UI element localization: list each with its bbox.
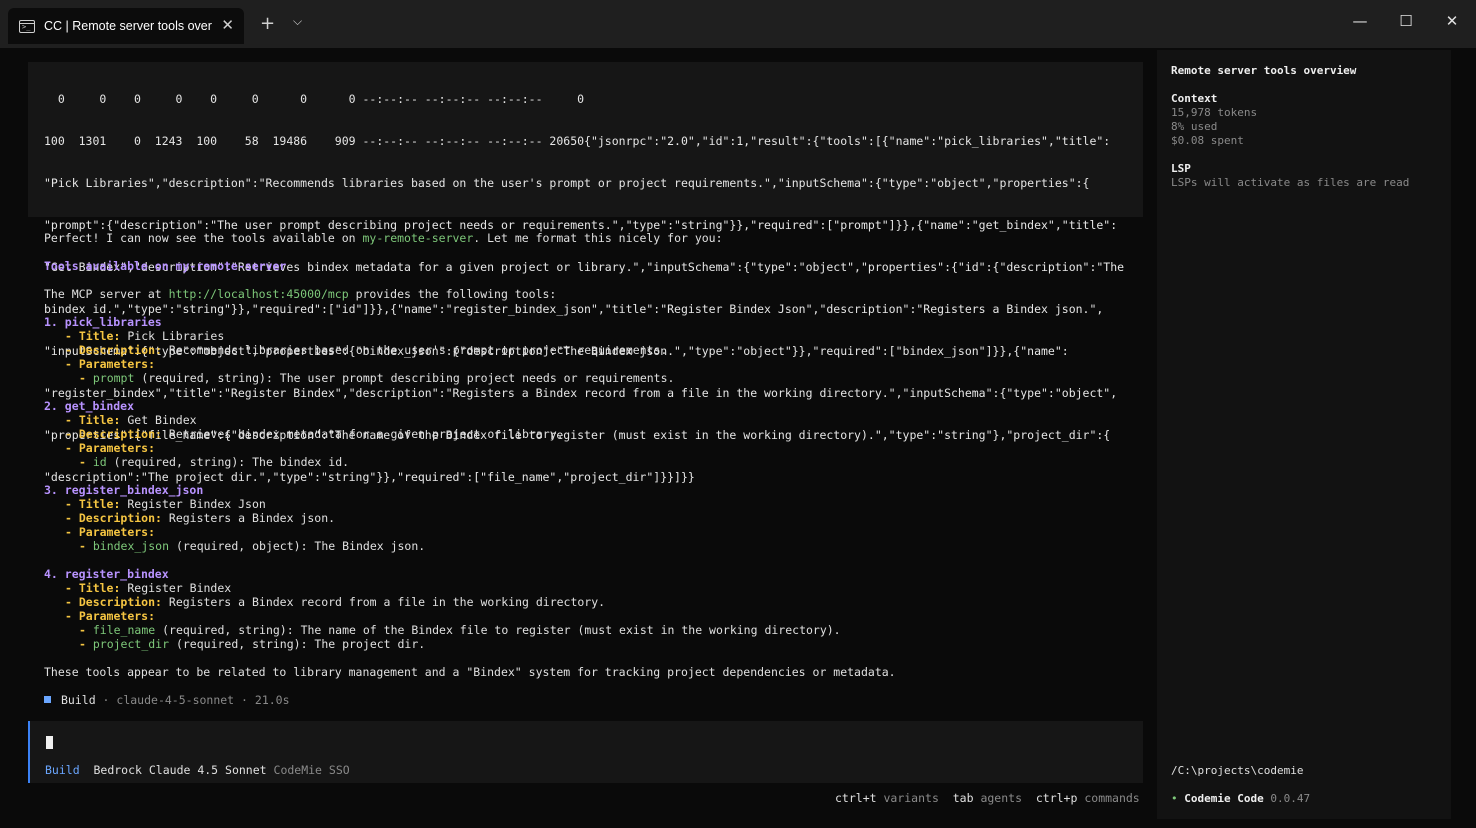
terminal-icon	[19, 19, 35, 33]
build-square-icon	[44, 696, 51, 703]
intro-line: Perfect! I can now see the tools availab…	[44, 231, 723, 245]
hint-key: ctrl+t	[835, 791, 877, 805]
session-title: Remote server tools overview	[1171, 64, 1357, 77]
context-used: 8% used	[1171, 120, 1218, 133]
tool-output-line: "description":"The project dir.","type":…	[44, 470, 695, 484]
tool-param-row: - bindex_json (required, object): The Bi…	[79, 539, 426, 553]
server-name: my-remote-server	[362, 231, 474, 245]
build-model: claude-4-5-sonnet	[116, 693, 235, 707]
prompt-input[interactable]: Build Bedrock Claude 4.5 Sonnet CodeMie …	[28, 721, 1143, 783]
tool-title-row: - Title: Register Bindex	[65, 581, 232, 595]
close-icon[interactable]: ✕	[1442, 12, 1462, 30]
tool-params-row: - Parameters:	[65, 357, 156, 371]
app-name: Codemie Code	[1184, 792, 1264, 805]
mode-selector[interactable]: Build	[45, 763, 80, 777]
context-spent: $0.08 spent	[1171, 134, 1244, 147]
hint-label: agents	[980, 791, 1022, 805]
maximize-icon[interactable]: ☐	[1396, 12, 1416, 30]
build-mode: Build	[61, 693, 96, 707]
lsp-status: LSPs will activate as files are read	[1171, 176, 1410, 189]
server-url-link[interactable]: http://localhost:45000/mcp	[169, 287, 349, 301]
close-tab-icon[interactable]: ✕	[221, 16, 234, 34]
status-dot-icon: •	[1171, 792, 1178, 805]
session-sidebar: Remote server tools overview Context 15,…	[1157, 50, 1451, 819]
tool-output-line: bindex id.","type":"string"}},"required"…	[44, 302, 1104, 316]
text-cursor	[46, 736, 53, 749]
build-status: Build · claude-4-5-sonnet · 21.0s	[44, 693, 290, 707]
working-directory: /C:\projects\codemie	[1171, 764, 1304, 777]
lsp-label: LSP	[1171, 162, 1191, 175]
app-version: • Codemie Code 0.0.47	[1171, 792, 1310, 806]
tool-output-line: "prompt":{"description":"The user prompt…	[44, 218, 1118, 232]
tool-param-row: - project_dir (required, string): The pr…	[79, 637, 426, 651]
hint-key: tab	[952, 791, 974, 805]
context-label: Context	[1171, 92, 1218, 105]
terminal-pane: 0 0 0 0 0 0 0 0 --:--:-- --:--:-- --:--:…	[0, 48, 1476, 828]
tool-param-row: - file_name (required, string): The name…	[79, 623, 841, 637]
tool-description-row: - Description: Recommends libraries base…	[65, 343, 668, 357]
chevron-down-icon[interactable]: ⌵	[293, 14, 302, 29]
tool-heading: 1. pick_libraries	[44, 315, 162, 329]
tool-heading: 3. register_bindex_json	[44, 483, 204, 497]
tool-output-line: 0 0 0 0 0 0 0 0 --:--:-- --:--:-- --:--:…	[44, 92, 585, 106]
tool-params-row: - Parameters:	[65, 441, 156, 455]
tool-param-row: - prompt (required, string): The user pr…	[79, 371, 675, 385]
version-number: 0.0.47	[1270, 792, 1311, 805]
build-duration: 21.0s	[254, 693, 290, 707]
minimize-icon[interactable]: —	[1350, 12, 1370, 30]
tool-output-line: 100 1301 0 1243 100 58 19486 909 --:--:-…	[44, 134, 1111, 148]
conclusion-line: These tools appear to be related to libr…	[44, 665, 896, 679]
keyboard-hints: ctrl+t variants tab agents ctrl+p comman…	[835, 791, 1140, 805]
tab-title: CC | Remote server tools over	[44, 19, 212, 33]
title-bar: CC | Remote server tools over ✕ + ⌵ — ☐ …	[0, 0, 1476, 48]
model-name[interactable]: Bedrock Claude 4.5 Sonnet	[93, 763, 266, 777]
tool-heading: 2. get_bindex	[44, 399, 135, 413]
tools-heading: Tools available on my-remote-server	[44, 259, 287, 273]
tool-title-row: - Title: Pick Libraries	[65, 329, 225, 343]
context-tokens: 15,978 tokens	[1171, 106, 1258, 119]
tool-output-line: "Pick Libraries","description":"Recommen…	[44, 176, 1090, 190]
tool-params-row: - Parameters:	[65, 525, 156, 539]
tool-title-row: - Title: Get Bindex	[65, 413, 197, 427]
hint-label: variants	[883, 791, 939, 805]
hint-label: commands	[1084, 791, 1140, 805]
terminal-tab[interactable]: CC | Remote server tools over ✕	[8, 8, 244, 44]
hint-key: ctrl+p	[1035, 791, 1078, 805]
tool-title-row: - Title: Register Bindex Json	[65, 497, 266, 511]
server-line: The MCP server at http://localhost:45000…	[44, 287, 557, 301]
tool-param-row: - id (required, string): The bindex id.	[79, 455, 350, 469]
tool-description-row: - Description: Registers a Bindex json.	[65, 511, 336, 525]
tool-params-row: - Parameters:	[65, 609, 156, 623]
tool-description-row: - Description: Registers a Bindex record…	[65, 595, 606, 609]
input-meta: Build Bedrock Claude 4.5 Sonnet CodeMie …	[45, 763, 350, 777]
tool-output-line: "register_bindex","title":"Register Bind…	[44, 386, 1118, 400]
tool-description-row: - Description: Retrieves bindex metadata…	[65, 427, 564, 441]
provider-name: CodeMie SSO	[273, 763, 350, 777]
new-tab-button[interactable]: +	[260, 13, 275, 34]
tool-heading: 4. register_bindex	[44, 567, 169, 581]
